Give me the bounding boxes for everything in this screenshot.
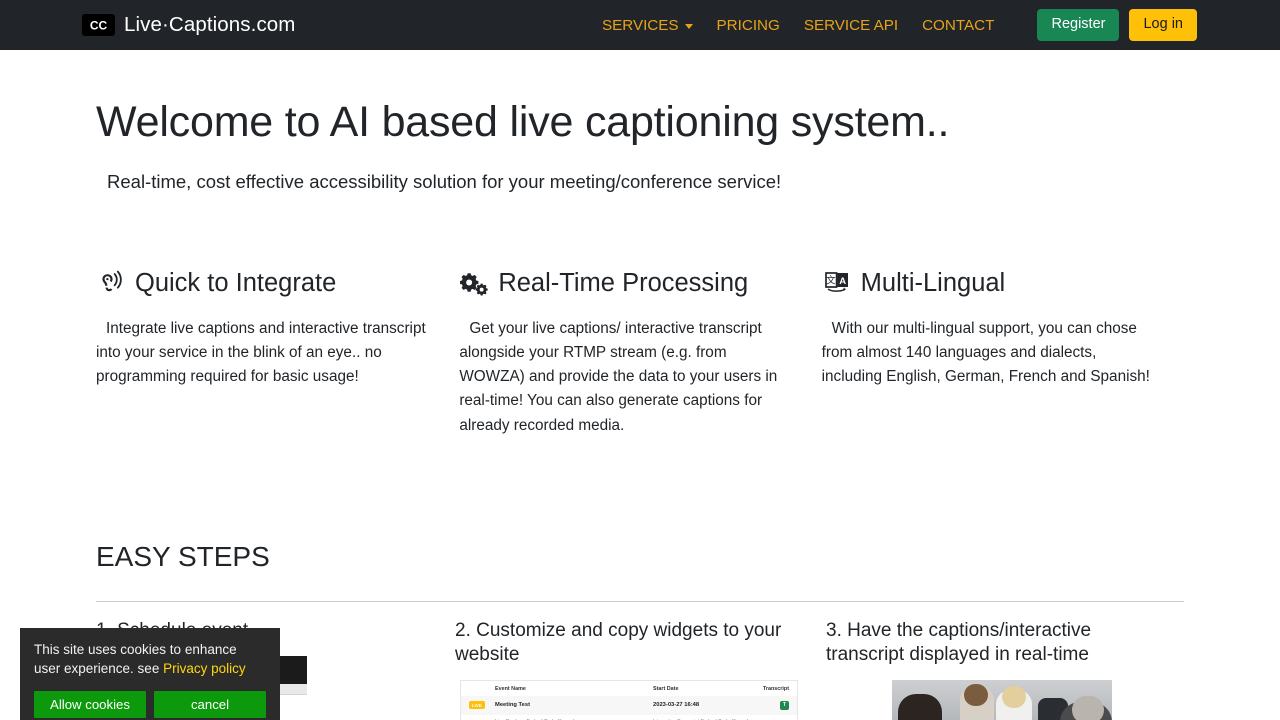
feature-body: With our multi-lingual support, you can … — [822, 317, 1156, 389]
step-title: 2. Customize and copy widgets to your we… — [455, 619, 798, 667]
transcript-badge: T — [780, 701, 789, 710]
nav-item-service-api[interactable]: SERVICE API — [792, 17, 910, 34]
nav-item-service-api-label: SERVICE API — [804, 17, 898, 34]
feature-title: Multi-Lingual — [861, 269, 1006, 298]
nav-item-contact[interactable]: CONTACT — [910, 17, 1006, 34]
language-translate-icon: 文 A — [822, 268, 852, 298]
nav-item-services-label: SERVICES — [602, 17, 679, 34]
feature-title: Real-Time Processing — [498, 269, 748, 298]
status-badge: LIVE — [469, 701, 485, 709]
photo-person-2-head — [964, 684, 988, 706]
nav-item-services[interactable]: SERVICES — [590, 17, 705, 34]
cookie-consent-banner: This site uses cookies to enhance user e… — [20, 628, 280, 720]
assistive-listening-ear-icon — [96, 268, 126, 298]
photo-person-4-head — [1072, 696, 1104, 720]
features-row: Quick to Integrate Integrate live captio… — [96, 262, 1184, 438]
start-date-cell: 2023-03-27 16:48 — [653, 702, 757, 708]
hero-section: Welcome to AI based live captioning syst… — [96, 97, 1184, 193]
cogs-icon — [459, 268, 489, 298]
photo-person-3-head — [1002, 686, 1026, 708]
svg-text:A: A — [839, 276, 846, 287]
nav-item-pricing[interactable]: PRICING — [705, 17, 792, 34]
top-navbar: CC Live·Captions.com SERVICES PRICING SE… — [0, 0, 1280, 50]
table-row: LIVE Meeting Test 2023-03-27 16:48 T — [461, 696, 797, 715]
svg-text:CC: CC — [90, 18, 108, 32]
nav-item-contact-label: CONTACT — [922, 17, 994, 34]
feature-header: Real-Time Processing — [459, 262, 793, 304]
table-subrow: Live Captions Embed Code (iframe) Intera… — [461, 715, 797, 720]
step-media — [826, 680, 1156, 720]
nav-actions: Register Log in — [1037, 0, 1280, 50]
feature-body: Integrate live captions and interactive … — [96, 317, 430, 389]
allow-cookies-button[interactable]: Allow cookies — [34, 691, 146, 718]
hero-subtitle: Real-time, cost effective accessibility … — [107, 171, 1184, 193]
closed-caption-icon: CC — [82, 14, 115, 36]
cancel-cookies-button[interactable]: cancel — [154, 691, 266, 718]
step-2-customize-widgets: 2. Customize and copy widgets to your we… — [455, 619, 826, 720]
section-title: EASY STEPS — [96, 540, 1184, 574]
step-media: Event Name Start Date Transcript LIVE Me… — [455, 680, 798, 720]
live-badge-cell: LIVE — [469, 701, 495, 709]
photo-person-1 — [898, 694, 942, 720]
brand-logo-link[interactable]: CC Live·Captions.com — [82, 13, 295, 37]
feature-body: Get your live captions/ interactive tran… — [459, 317, 793, 438]
cookie-banner-actions: Allow cookies cancel — [34, 691, 266, 718]
register-button[interactable]: Register — [1037, 9, 1119, 40]
cookie-banner-text: This site uses cookies to enhance user e… — [34, 640, 266, 678]
meeting-room-photo — [892, 680, 1112, 720]
brand-name: Live·Captions.com — [124, 13, 295, 37]
table-header-transcript: Transcript — [757, 686, 789, 692]
table-header-event-name: Event Name — [495, 686, 653, 692]
widgets-table-screenshot: Event Name Start Date Transcript LIVE Me… — [460, 680, 798, 720]
privacy-policy-link[interactable]: Privacy policy — [163, 661, 246, 676]
event-name-cell: Meeting Test — [495, 702, 653, 708]
section-divider — [96, 601, 1184, 602]
login-button[interactable]: Log in — [1129, 9, 1197, 40]
chevron-down-icon — [685, 24, 693, 29]
feature-real-time-processing: Real-Time Processing Get your live capti… — [459, 262, 821, 438]
feature-multi-lingual: 文 A Multi-Lingual With our multi-lingual… — [822, 262, 1184, 438]
nav-item-pricing-label: PRICING — [717, 17, 780, 34]
svg-text:文: 文 — [826, 275, 836, 287]
step-title: 3. Have the captions/interactive transcr… — [826, 619, 1156, 667]
table-header-start-date: Start Date — [653, 686, 757, 692]
feature-title: Quick to Integrate — [135, 269, 336, 298]
feature-quick-to-integrate: Quick to Integrate Integrate live captio… — [96, 262, 458, 438]
nav-links: SERVICES PRICING SERVICE API CONTACT — [590, 0, 1006, 50]
feature-header: 文 A Multi-Lingual — [822, 262, 1156, 304]
transcript-cell: T — [757, 701, 789, 710]
feature-header: Quick to Integrate — [96, 262, 430, 304]
table-header-row: Event Name Start Date Transcript — [461, 681, 797, 696]
page-title: Welcome to AI based live captioning syst… — [96, 97, 1184, 148]
step-3-display-real-time: 3. Have the captions/interactive transcr… — [826, 619, 1184, 720]
